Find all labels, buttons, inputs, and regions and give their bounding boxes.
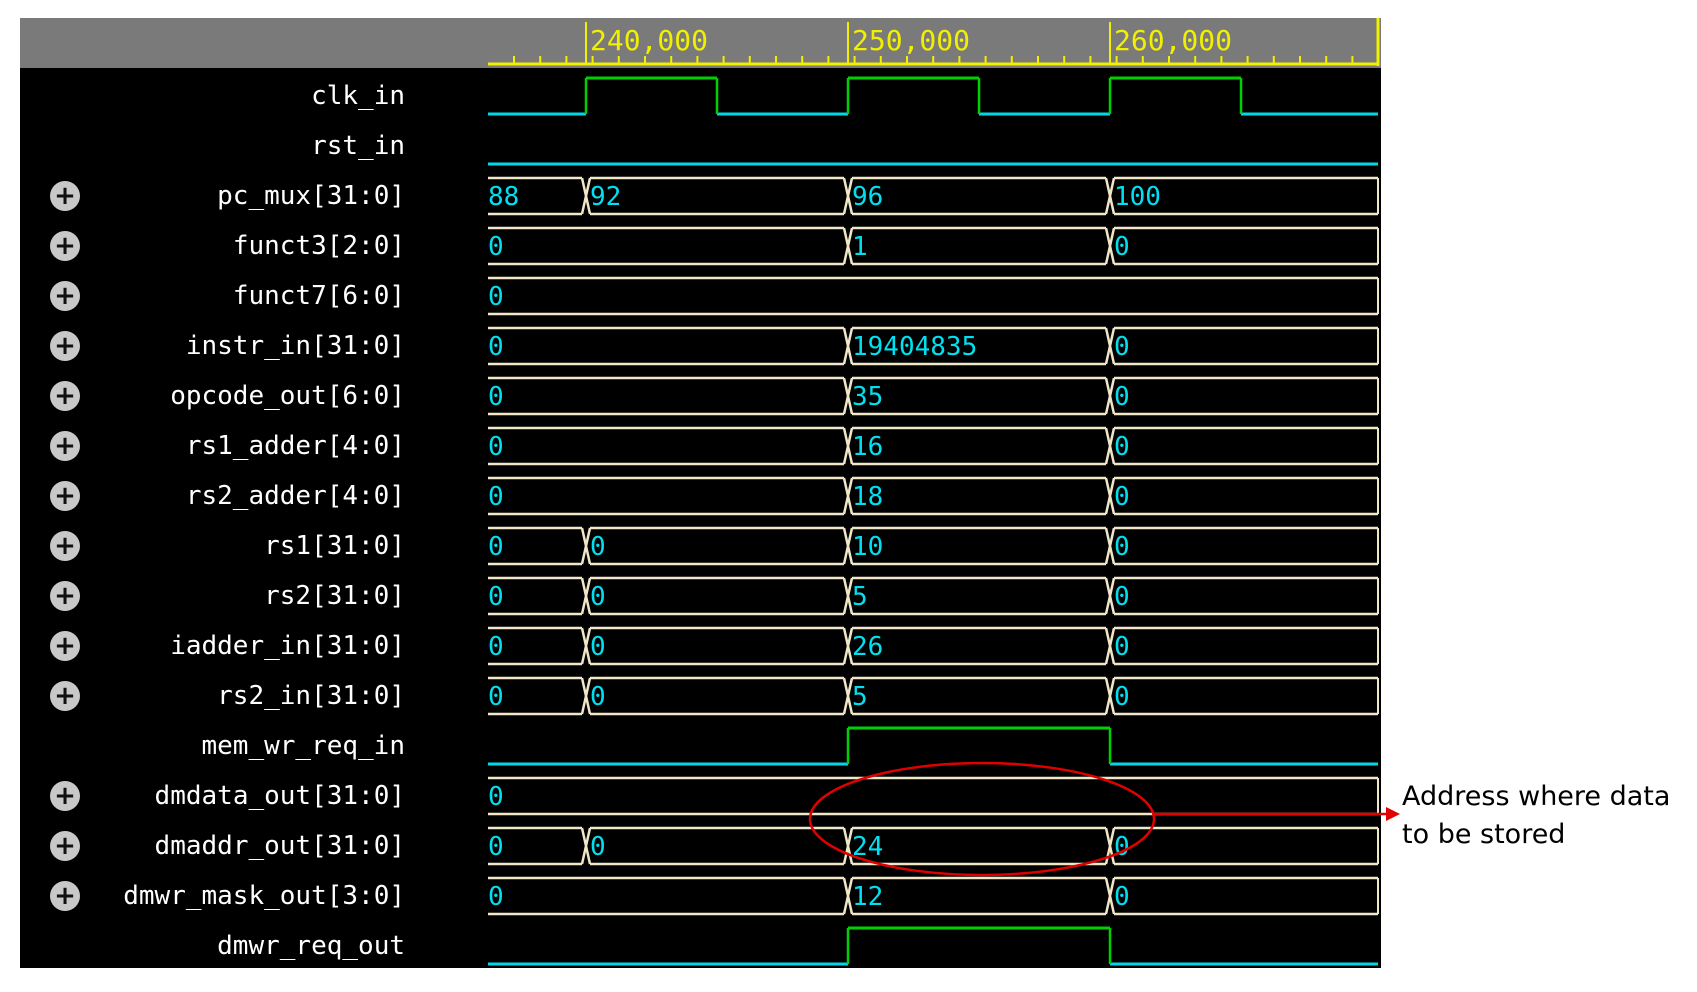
dmaddr-out-value-3: 0 xyxy=(1114,832,1130,862)
rs2-value-2: 5 xyxy=(852,582,868,612)
dmwr-mask-out-value-0: 0 xyxy=(488,882,504,912)
annotation-label: Address where data to be stored xyxy=(1402,778,1692,854)
opcode-out-value-1: 35 xyxy=(852,382,883,412)
rs1-adder-value-2: 0 xyxy=(1114,432,1130,462)
pc-mux-value-0: 88 xyxy=(488,182,519,212)
rs2-in-value-0: 0 xyxy=(488,682,504,712)
instr-in-value-1: 19404835 xyxy=(852,332,977,362)
tick-label-1: 250,000 xyxy=(852,24,970,57)
rs2-adder-value-1: 18 xyxy=(852,482,883,512)
dmaddr-out-value-0: 0 xyxy=(488,832,504,862)
rs2-value-0: 0 xyxy=(488,582,504,612)
pc-mux-value-2: 96 xyxy=(852,182,883,212)
rs2-adder-value-2: 0 xyxy=(1114,482,1130,512)
opcode-out-value-2: 0 xyxy=(1114,382,1130,412)
rs1-value-0: 0 xyxy=(488,532,504,562)
instr-in-value-2: 0 xyxy=(1114,332,1130,362)
rs2-value-3: 0 xyxy=(1114,582,1130,612)
rs2-value-1: 0 xyxy=(590,582,606,612)
highlight-ellipse xyxy=(808,761,1156,877)
annotation-line-1: Address where data xyxy=(1402,781,1671,812)
rs1-value-3: 0 xyxy=(1114,532,1130,562)
dmwr-mask-out-value-2: 0 xyxy=(1114,882,1130,912)
funct3-value-0: 0 xyxy=(488,232,504,262)
funct3-value-1: 1 xyxy=(852,232,868,262)
dmwr-mask-out-value-1: 12 xyxy=(852,882,883,912)
rs2-adder-value-0: 0 xyxy=(488,482,504,512)
iadder-in-value-1: 0 xyxy=(590,632,606,662)
dmaddr-out-value-1: 0 xyxy=(590,832,606,862)
tick-label-0: 240,000 xyxy=(590,24,708,57)
funct7-value-0: 0 xyxy=(488,282,504,312)
rs2-in-value-3: 0 xyxy=(1114,682,1130,712)
rs1-adder-value-0: 0 xyxy=(488,432,504,462)
instr-in-value-0: 0 xyxy=(488,332,504,362)
pc-mux-value-1: 92 xyxy=(590,182,621,212)
opcode-out-value-0: 0 xyxy=(488,382,504,412)
tick-label-2: 260,000 xyxy=(1114,24,1232,57)
rs2-in-value-2: 5 xyxy=(852,682,868,712)
annotation-line-2: to be stored xyxy=(1402,819,1566,850)
arrow-head-icon xyxy=(1386,807,1400,821)
funct3-value-2: 0 xyxy=(1114,232,1130,262)
rs2-in-value-1: 0 xyxy=(590,682,606,712)
dmdata-out-value-0: 0 xyxy=(488,782,504,812)
iadder-in-value-2: 26 xyxy=(852,632,883,662)
rs1-adder-value-1: 16 xyxy=(852,432,883,462)
rs1-value-2: 10 xyxy=(852,532,883,562)
pc-mux-value-3: 100 xyxy=(1114,182,1161,212)
rs1-value-1: 0 xyxy=(590,532,606,562)
iadder-in-value-0: 0 xyxy=(488,632,504,662)
iadder-in-value-3: 0 xyxy=(1114,632,1130,662)
